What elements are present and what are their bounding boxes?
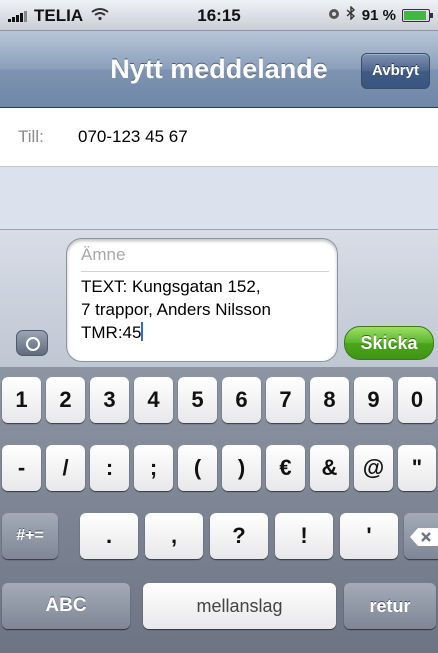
key-1[interactable]: 1: [2, 377, 41, 423]
key-dash[interactable]: -: [2, 445, 41, 491]
key-slash[interactable]: /: [46, 445, 85, 491]
key-exclamation[interactable]: !: [275, 513, 333, 559]
key-3[interactable]: 3: [90, 377, 129, 423]
keyboard: 1 2 3 4 5 6 7 8 9 0 - / : ; ( ) € & @ " …: [0, 367, 438, 653]
key-apostrophe[interactable]: ': [340, 513, 398, 559]
bluetooth-icon: [346, 5, 356, 24]
cancel-button[interactable]: Avbryt: [361, 53, 430, 89]
status-bar: TELIA 16:15 91 %: [0, 0, 438, 31]
recipient-value[interactable]: 070-123 45 67: [78, 127, 188, 147]
key-euro[interactable]: €: [266, 445, 305, 491]
key-7[interactable]: 7: [266, 377, 305, 423]
key-return[interactable]: retur: [344, 583, 436, 629]
battery-percent: 91 %: [361, 6, 396, 24]
key-6[interactable]: 6: [222, 377, 261, 423]
key-2[interactable]: 2: [46, 377, 85, 423]
lock-icon: [328, 7, 340, 24]
text-caret: [141, 322, 144, 341]
key-ampersand[interactable]: &: [310, 445, 349, 491]
key-0[interactable]: 0: [398, 377, 436, 423]
recipient-label: Till:: [18, 127, 44, 146]
key-8[interactable]: 8: [310, 377, 349, 423]
conversation-area: [0, 167, 438, 229]
battery-icon: [402, 8, 433, 22]
key-question[interactable]: ?: [210, 513, 268, 559]
status-right: 91 %: [328, 5, 433, 24]
navigation-bar: Nytt meddelande Avbryt: [0, 31, 438, 108]
key-comma[interactable]: ,: [145, 513, 203, 559]
subject-field[interactable]: Ämne: [81, 245, 329, 272]
message-input[interactable]: Ämne TEXT: Kungsgatan 152, 7 trappor, An…: [66, 238, 338, 362]
key-close-paren[interactable]: ): [222, 445, 261, 491]
key-abc[interactable]: ABC: [2, 583, 130, 629]
backspace-icon[interactable]: [404, 513, 438, 559]
key-9[interactable]: 9: [354, 377, 393, 423]
key-quote[interactable]: ": [398, 445, 436, 491]
message-body[interactable]: TEXT: Kungsgatan 152, 7 trappor, Anders …: [81, 275, 329, 344]
key-space[interactable]: mellanslag: [143, 583, 336, 629]
key-period[interactable]: .: [80, 513, 138, 559]
key-colon[interactable]: :: [90, 445, 129, 491]
compose-bar: Ämne TEXT: Kungsgatan 152, 7 trappor, An…: [0, 229, 438, 367]
key-4[interactable]: 4: [134, 377, 173, 423]
key-open-paren[interactable]: (: [178, 445, 217, 491]
message-text: TEXT: Kungsgatan 152, 7 trappor, Anders …: [81, 277, 271, 342]
send-button[interactable]: Skicka: [344, 326, 434, 360]
key-5[interactable]: 5: [178, 377, 217, 423]
key-semicolon[interactable]: ;: [134, 445, 173, 491]
key-at[interactable]: @: [354, 445, 393, 491]
camera-icon[interactable]: [16, 330, 48, 356]
recipient-field[interactable]: Till: 070-123 45 67: [0, 108, 438, 167]
key-symbols-toggle[interactable]: #+=: [2, 513, 58, 559]
